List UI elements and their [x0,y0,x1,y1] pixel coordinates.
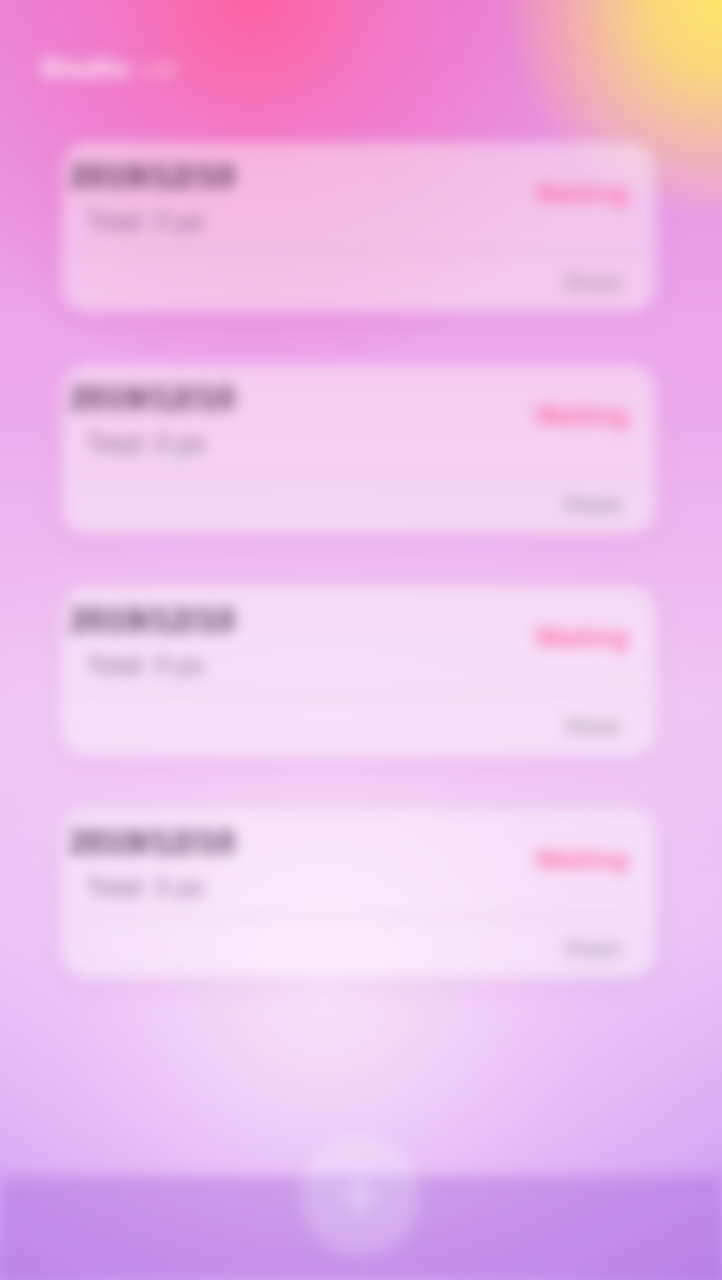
page-subtitle: List [140,56,178,83]
card-divider [72,250,646,252]
add-button[interactable] [302,1138,418,1254]
plus-icon [358,1176,362,1216]
status-badge: Waiting [535,178,628,208]
status-badge: Waiting [535,844,628,874]
card-date: 2019/12/10 [70,158,236,194]
list-card[interactable]: 2019/12/10 Total: 0 ps Waiting Share [62,808,656,978]
share-button[interactable]: Share [563,714,622,740]
list-card[interactable]: 2019/12/10 Total: 0 ps Waiting Share [62,364,656,534]
card-meta: Total: 0 ps [86,650,205,680]
share-button[interactable]: Share [563,270,622,296]
card-date: 2019/12/10 [70,824,236,860]
blurred-screen: Studio List 2019/12/10 Total: 0 ps Waiti… [0,0,722,1280]
status-badge: Waiting [535,622,628,652]
card-divider [72,916,646,918]
card-divider [72,472,646,474]
card-date: 2019/12/10 [70,380,236,416]
status-badge: Waiting [535,400,628,430]
share-button[interactable]: Share [563,936,622,962]
card-meta: Total: 0 ps [86,428,205,458]
share-button[interactable]: Share [563,492,622,518]
card-divider [72,694,646,696]
card-date: 2019/12/10 [70,602,236,638]
card-meta: Total: 0 ps [86,872,205,902]
page-title: Studio [40,52,131,83]
card-meta: Total: 0 ps [86,206,205,236]
list-card[interactable]: 2019/12/10 Total: 0 ps Waiting Share [62,586,656,756]
header: Studio List [40,52,177,88]
list-card[interactable]: 2019/12/10 Total: 0 ps Waiting Share [62,142,656,312]
card-list: 2019/12/10 Total: 0 ps Waiting Share 201… [62,142,656,1030]
